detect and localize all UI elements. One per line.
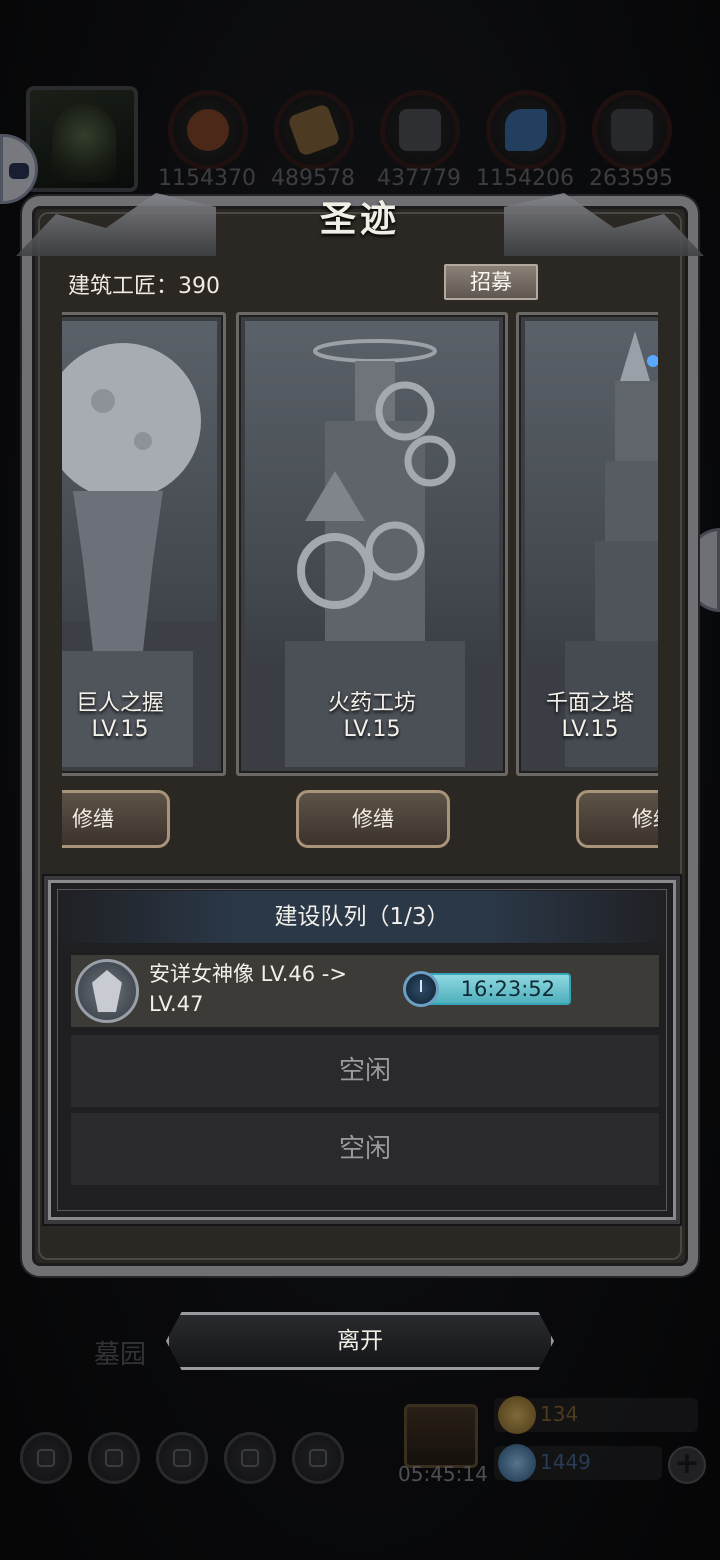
build-timer[interactable]: 16:23:52 xyxy=(403,971,571,1007)
queue-slot-active[interactable]: 安详女神像 LV.46 -> LV.47 16:23:52 xyxy=(71,955,659,1027)
building-carousel[interactable]: 巨人之握 LV.15 火药工坊 LV.15 千面之塔 LV.15 xyxy=(62,312,658,782)
idle-label: 空闲 xyxy=(338,1134,391,1164)
queue-title: 建设队列（1/3） xyxy=(51,891,673,943)
building-card[interactable]: 巨人之握 LV.15 xyxy=(62,312,226,776)
relics-dialog: 圣迹 建筑工匠：390 招募 巨人之握 LV.15 火药工坊 LV.15 千面之… xyxy=(16,196,698,1276)
building-level: LV.15 xyxy=(343,717,401,742)
building-level: LV.15 xyxy=(561,717,619,742)
repair-row: 修缮 修缮 修缮 xyxy=(62,790,658,856)
idle-label: 空闲 xyxy=(338,1056,391,1086)
repair-button[interactable]: 修缮 xyxy=(296,790,450,848)
building-level: LV.15 xyxy=(91,717,149,742)
builder-count: 建筑工匠：390 xyxy=(68,274,220,299)
building-card[interactable]: 火药工坊 LV.15 xyxy=(236,312,508,776)
goddess-statue-icon xyxy=(75,959,139,1023)
build-queue-panel: 建设队列（1/3） 安详女神像 LV.46 -> LV.47 16:23:52 … xyxy=(48,880,676,1220)
clock-icon xyxy=(403,971,439,1007)
queue-slot-idle: 空闲 xyxy=(71,1113,659,1185)
timer-value: 16:23:52 xyxy=(460,977,555,1001)
building-card[interactable]: 千面之塔 LV.15 xyxy=(516,312,658,776)
building-name: 巨人之握 xyxy=(75,691,164,716)
dialog-title: 圣迹 xyxy=(319,198,400,240)
title-plate: 圣迹 xyxy=(272,190,448,240)
building-name: 火药工坊 xyxy=(327,691,416,716)
repair-button[interactable]: 修缮 xyxy=(62,790,170,848)
building-name: 千面之塔 xyxy=(545,691,634,716)
queue-item-text: 安详女神像 LV.46 -> LV.47 xyxy=(149,962,347,1016)
recruit-button[interactable]: 招募 xyxy=(444,264,538,300)
leave-button[interactable]: 离开 xyxy=(166,1312,554,1370)
queue-slot-idle: 空闲 xyxy=(71,1035,659,1107)
repair-button[interactable]: 修缮 xyxy=(576,790,658,848)
